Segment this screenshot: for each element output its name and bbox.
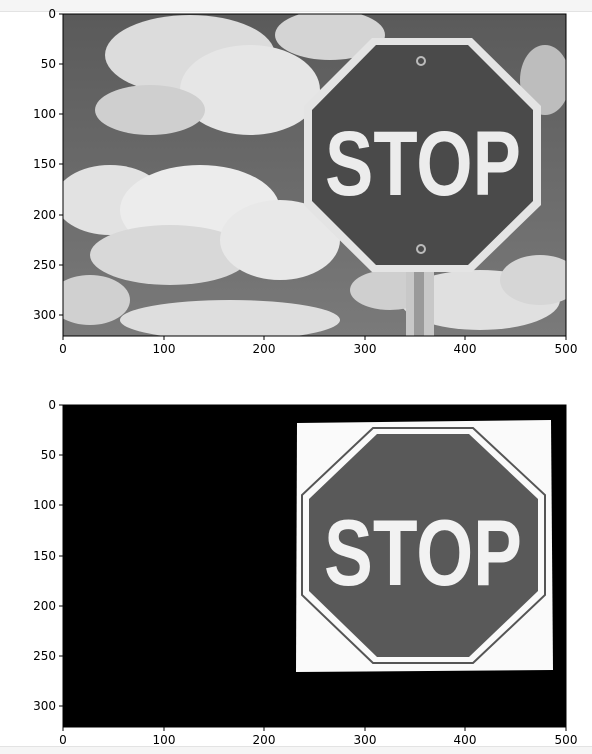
x-axis <box>62 336 567 340</box>
original-image-plot: STOP 0 50 100 150 200 250 300 0 100 200 … <box>33 7 578 356</box>
original-image: STOP <box>63 14 566 336</box>
y-tick-label: 0 <box>48 398 56 412</box>
y-tick-label: 100 <box>33 107 56 121</box>
y-axis <box>59 404 63 707</box>
y-tick-label: 200 <box>33 599 56 613</box>
y-tick-label: 50 <box>41 448 56 462</box>
x-tick-label: 400 <box>454 733 477 747</box>
y-tick-label: 200 <box>33 208 56 222</box>
x-tick-label: 0 <box>59 733 67 747</box>
y-tick-label: 150 <box>33 157 56 171</box>
x-tick-label: 400 <box>454 342 477 356</box>
sign-text: STOP <box>325 113 521 215</box>
x-tick-label: 100 <box>153 342 176 356</box>
warped-image-plot: STOP 0 50 100 150 200 250 300 0 100 200 … <box>33 398 577 747</box>
x-tick-label: 100 <box>153 733 176 747</box>
x-tick-label: 500 <box>555 733 578 747</box>
y-tick-label: 50 <box>41 57 56 71</box>
x-tick-label: 200 <box>253 342 276 356</box>
x-tick-label: 300 <box>354 733 377 747</box>
y-tick-label: 250 <box>33 649 56 663</box>
x-tick-label: 300 <box>354 342 377 356</box>
x-axis <box>62 727 567 731</box>
y-tick-label: 100 <box>33 498 56 512</box>
y-tick-label: 300 <box>33 308 56 322</box>
x-tick-label: 0 <box>59 342 67 356</box>
y-axis <box>59 13 63 316</box>
sign-text: STOP <box>324 500 522 605</box>
y-tick-label: 300 <box>33 699 56 713</box>
x-tick-label: 200 <box>253 733 276 747</box>
y-tick-label: 0 <box>48 7 56 21</box>
x-tick-label: 500 <box>555 342 578 356</box>
stop-sign: STOP <box>304 38 541 272</box>
y-tick-label: 150 <box>33 549 56 563</box>
y-tick-label: 250 <box>33 258 56 272</box>
warped-image: STOP <box>63 405 566 727</box>
